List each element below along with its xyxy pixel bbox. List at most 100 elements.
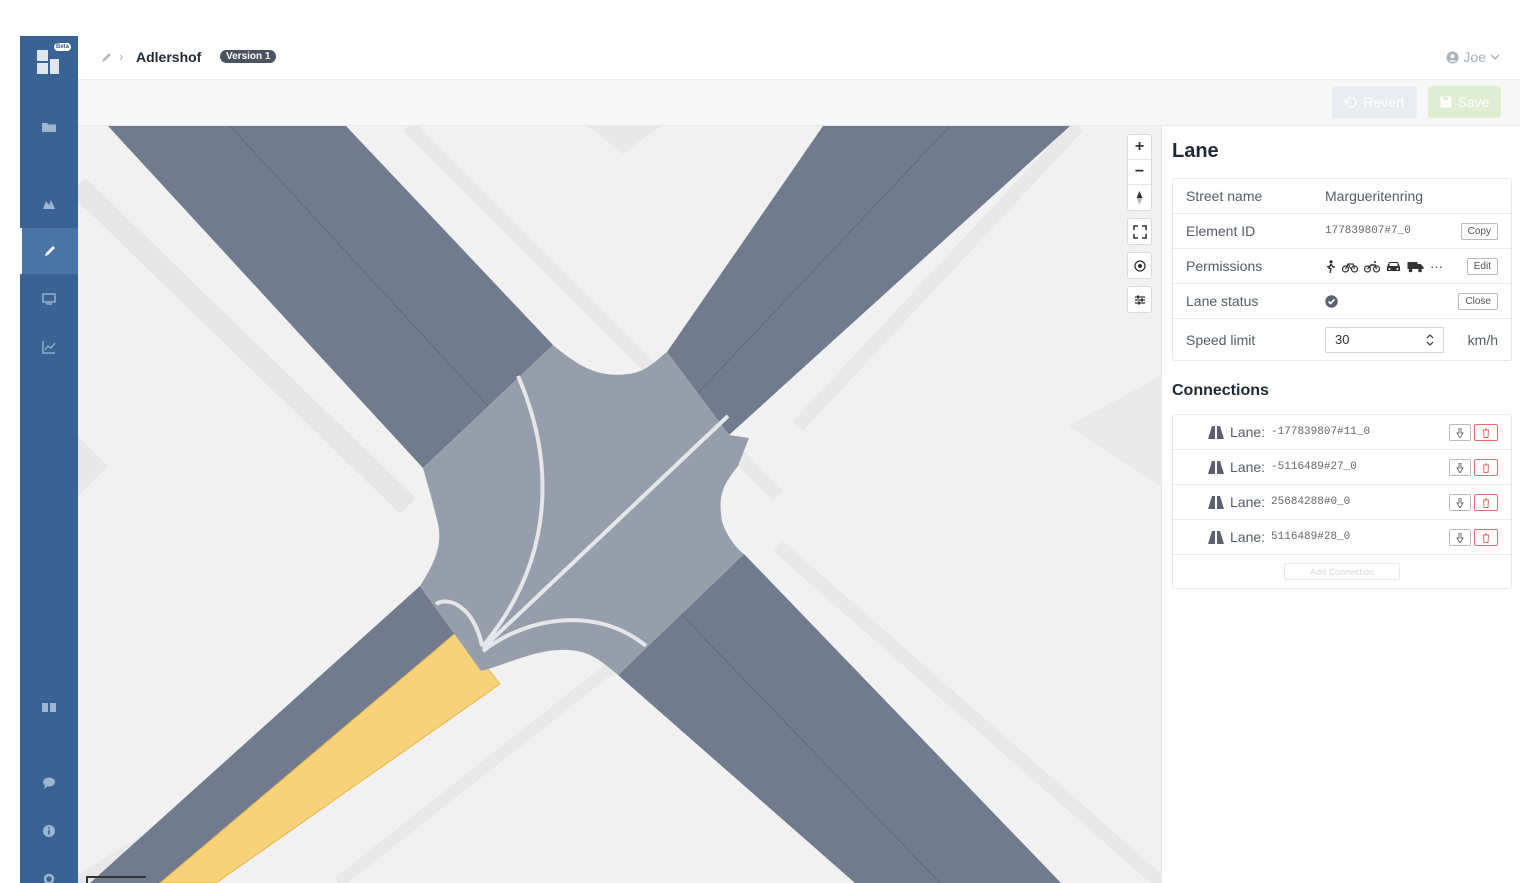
sidebar-item-editor[interactable] <box>20 228 78 274</box>
speed-limit-input[interactable]: 30 <box>1325 326 1444 353</box>
version-badge: Version 1 <box>220 50 277 63</box>
chart-icon <box>42 341 56 354</box>
connection-id: -177839807#11_0 <box>1271 426 1371 438</box>
map-scale-bar <box>86 876 146 883</box>
sidebar-item-settings[interactable] <box>20 856 78 883</box>
property-row-street-name: Street name Margueritenring <box>1173 179 1511 214</box>
bicycle-icon <box>1342 262 1358 273</box>
property-row-permissions: Permissions ··· Edit <box>1173 249 1511 284</box>
property-label: Element ID <box>1186 223 1256 239</box>
pencil-icon <box>45 246 55 256</box>
check-circle-icon <box>1325 294 1338 308</box>
sidebar-item-info[interactable] <box>20 808 78 854</box>
delete-connection-button[interactable] <box>1474 529 1498 546</box>
user-name: Joe <box>1463 49 1486 65</box>
road-network[interactable] <box>78 126 1161 883</box>
connection-label: Lane: <box>1230 494 1266 510</box>
truck-icon <box>1407 261 1424 272</box>
floppy-disk-icon <box>1440 96 1452 108</box>
property-row-element-id: Element ID 177839807#7_0 Copy <box>1173 214 1511 249</box>
sidebar-item-projects[interactable] <box>20 104 78 150</box>
monitor-icon <box>42 293 56 305</box>
revert-label: Revert <box>1363 94 1405 110</box>
save-button[interactable]: Save <box>1428 86 1501 118</box>
layers-control <box>1127 286 1152 313</box>
page-title[interactable]: Adlershof <box>136 49 201 65</box>
locate-button[interactable] <box>1128 253 1151 278</box>
breadcrumb-separator: › <box>119 49 124 64</box>
connections-title: Connections <box>1172 382 1269 399</box>
sidebar-item-simulation[interactable] <box>20 276 78 322</box>
select-connection-button[interactable] <box>1449 459 1471 476</box>
panel-title: Lane <box>1172 140 1219 162</box>
sliders-icon <box>1134 295 1145 304</box>
save-label: Save <box>1457 94 1490 110</box>
pointer-icon <box>1456 462 1464 473</box>
gear-icon <box>43 873 55 883</box>
motorcycle-icon <box>1364 260 1380 273</box>
expand-icon <box>1132 224 1147 239</box>
compass-icon <box>1136 190 1143 205</box>
property-row-speed-limit: Speed limit 30 km/h <box>1173 319 1511 360</box>
stepper-icon[interactable] <box>1426 333 1434 346</box>
property-label: Street name <box>1186 188 1263 204</box>
beta-badge: Beta <box>54 43 72 51</box>
folder-icon <box>42 123 56 132</box>
map-icon <box>43 200 55 209</box>
add-connection-row: Add Connection <box>1173 555 1511 588</box>
close-lane-button[interactable]: Close <box>1458 292 1498 310</box>
add-connection-button[interactable]: Add Connection <box>1284 563 1400 580</box>
connection-id: 25684288#0_0 <box>1271 496 1351 508</box>
speed-unit: km/h <box>1467 331 1498 348</box>
sidebar-item-docs[interactable] <box>20 684 78 730</box>
zoom-out-button[interactable]: − <box>1128 160 1151 185</box>
element-id-value: 177839807#7_0 <box>1325 225 1411 237</box>
select-connection-button[interactable] <box>1449 529 1471 546</box>
fullscreen-button[interactable] <box>1128 219 1151 244</box>
properties-panel: Lane Street name Margueritenring Element… <box>1161 126 1520 883</box>
delete-connection-button[interactable] <box>1474 494 1498 511</box>
book-icon <box>42 703 56 712</box>
connection-row[interactable]: Lane: -5116489#27_0 <box>1173 450 1511 485</box>
app-window: Beta › Adlershof Version 1 Joe Revert Sa… <box>20 36 1520 883</box>
user-avatar-icon <box>1446 50 1459 64</box>
compass-button[interactable] <box>1128 185 1151 210</box>
header: › Adlershof Version 1 Joe <box>78 36 1520 80</box>
more-permissions[interactable]: ··· <box>1430 259 1443 274</box>
trash-icon <box>1483 498 1489 508</box>
map-canvas[interactable]: + − <box>78 126 1161 883</box>
connection-id: 5116489#28_0 <box>1271 531 1351 543</box>
delete-connection-button[interactable] <box>1474 424 1498 441</box>
select-connection-button[interactable] <box>1449 424 1471 441</box>
car-icon <box>1387 261 1400 271</box>
sidebar-item-chat[interactable] <box>20 760 78 806</box>
connection-label: Lane: <box>1230 529 1266 545</box>
property-label: Permissions <box>1186 258 1263 274</box>
connection-row[interactable]: Lane: -177839807#11_0 <box>1173 415 1511 450</box>
connection-row[interactable]: Lane: 25684288#0_0 <box>1173 485 1511 520</box>
speed-limit-value: 30 <box>1335 332 1350 347</box>
trash-icon <box>1483 533 1489 543</box>
pointer-icon <box>1456 497 1464 508</box>
revert-button[interactable]: Revert <box>1332 86 1417 118</box>
property-label: Speed limit <box>1186 331 1256 348</box>
layer-settings-button[interactable] <box>1128 287 1151 312</box>
zoom-in-button[interactable]: + <box>1128 135 1151 160</box>
sidebar-item-map[interactable] <box>20 181 78 227</box>
user-menu[interactable]: Joe <box>1446 49 1500 65</box>
select-connection-button[interactable] <box>1449 494 1471 511</box>
delete-connection-button[interactable] <box>1474 459 1498 476</box>
copy-button[interactable]: Copy <box>1460 222 1498 240</box>
toolbar: Revert Save <box>78 80 1520 126</box>
chat-icon <box>43 777 55 789</box>
trash-icon <box>1483 463 1489 473</box>
sidebar-item-analytics[interactable] <box>20 324 78 370</box>
permission-icons: ··· <box>1325 259 1443 274</box>
chevron-down-icon <box>1490 54 1500 61</box>
sidebar: Beta <box>20 36 78 883</box>
trash-icon <box>1483 428 1489 438</box>
edit-permissions-button[interactable]: Edit <box>1466 257 1498 275</box>
undo-icon <box>1344 96 1358 108</box>
connection-row[interactable]: Lane: 5116489#28_0 <box>1173 520 1511 555</box>
road-icon <box>1208 495 1224 509</box>
